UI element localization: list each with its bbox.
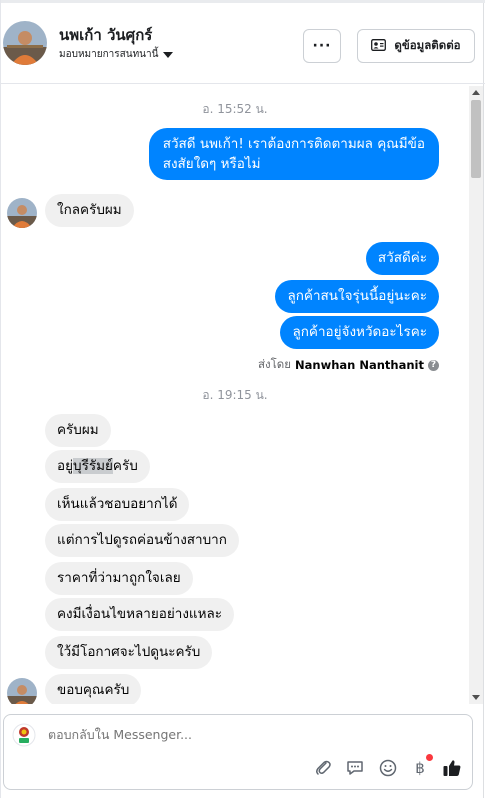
reply-input[interactable] bbox=[48, 727, 448, 742]
contact-name[interactable]: นพเก้า วันศุกร์ bbox=[59, 23, 152, 47]
incoming-message[interactable]: คงมีเงื่อนไขหลายอย่างแหละ bbox=[45, 598, 235, 631]
message-text: ครับ bbox=[112, 458, 138, 474]
attach-icon[interactable] bbox=[312, 757, 334, 779]
incoming-message[interactable]: ครับผม bbox=[45, 414, 111, 447]
timestamp: อ. 15:52 น. bbox=[202, 102, 268, 116]
incoming-message[interactable]: ราคาที่ว่ามาถูกใจเลย bbox=[45, 562, 193, 595]
message-scrollbar[interactable] bbox=[469, 86, 483, 704]
message-line: สวัสดี นพเก้า! เราต้องการติดตามผล คุณมีข… bbox=[162, 136, 425, 152]
conversation-header: นพเก้า วันศุกร์ มอบหมายการสนทนานี้ ··· ด… bbox=[1, 0, 485, 84]
emoji-icon[interactable] bbox=[377, 757, 399, 779]
baht-icon[interactable]: ฿ bbox=[409, 754, 433, 779]
sent-by-label: ส่งโดย Nanwhan Nanthanit ? bbox=[258, 356, 439, 374]
incoming-message[interactable]: แต่การไปดูรถค่อนข้างสาบาก bbox=[45, 524, 239, 557]
page-avatar-icon bbox=[12, 723, 36, 747]
thumbs-up-icon[interactable] bbox=[441, 757, 463, 779]
incoming-message[interactable]: ใกลครับผม bbox=[45, 194, 134, 227]
chevron-down-icon bbox=[163, 51, 174, 58]
notification-dot bbox=[426, 754, 433, 761]
info-icon[interactable]: ? bbox=[428, 359, 439, 371]
contact-avatar-small bbox=[7, 198, 37, 228]
view-contact-label: ดูข้อมูลติดต่อ bbox=[394, 38, 461, 52]
reply-composer: ฿ bbox=[3, 714, 473, 790]
scroll-up-arrow-icon[interactable] bbox=[472, 90, 480, 95]
incoming-message[interactable]: ขอบคุณครับ bbox=[45, 674, 142, 704]
incoming-message[interactable]: เห็นแล้วชอบอยากได้ bbox=[45, 488, 190, 521]
outgoing-message[interactable]: ลูกค้าสนใจรุ่นนี้อยู่นะคะ bbox=[275, 280, 439, 313]
outgoing-message[interactable]: สวัสดี นพเก้า! เราต้องการติดตามผล คุณมีข… bbox=[148, 128, 439, 180]
incoming-message[interactable]: อยู่บุรีรัมย์ครับ bbox=[45, 450, 150, 483]
message-list[interactable]: อ. 15:52 น. สวัสดี นพเก้า! เราต้องการติด… bbox=[1, 86, 469, 704]
contact-avatar[interactable] bbox=[3, 21, 47, 65]
scroll-thumb[interactable] bbox=[471, 100, 481, 178]
assign-label: มอบหมายการสนทนานี้ bbox=[59, 49, 159, 60]
outgoing-message[interactable]: สวัสดีค่ะ bbox=[365, 242, 439, 275]
scroll-down-arrow-icon[interactable] bbox=[472, 695, 480, 700]
sent-by-name: Nanwhan Nanthanit bbox=[295, 358, 424, 372]
sent-by-prefix: ส่งโดย bbox=[257, 357, 292, 371]
saved-reply-icon[interactable] bbox=[344, 757, 366, 779]
more-options-button[interactable]: ··· bbox=[303, 29, 341, 63]
timestamp: อ. 19:15 น. bbox=[202, 388, 268, 402]
outgoing-message[interactable]: ลูกค้าอยู่จังหวัดอะไรคะ bbox=[280, 316, 439, 349]
conversation-panel: นพเก้า วันศุกร์ มอบหมายการสนทนานี้ ··· ด… bbox=[0, 0, 485, 798]
message-line: สงสัยใดๆ หรือไม่ bbox=[162, 156, 261, 172]
contact-avatar-small bbox=[7, 678, 37, 704]
assign-conversation-dropdown[interactable]: มอบหมายการสนทนานี้ bbox=[59, 47, 174, 62]
highlighted-text: บุรีรัมย์ bbox=[73, 458, 113, 474]
message-text: อยู่ bbox=[57, 458, 74, 474]
incoming-message[interactable]: ใว้มีโอกาศจะไปดูนะครับ bbox=[45, 636, 213, 669]
contact-card-icon bbox=[371, 38, 387, 54]
view-contact-button[interactable]: ดูข้อมูลติดต่อ bbox=[357, 29, 475, 63]
